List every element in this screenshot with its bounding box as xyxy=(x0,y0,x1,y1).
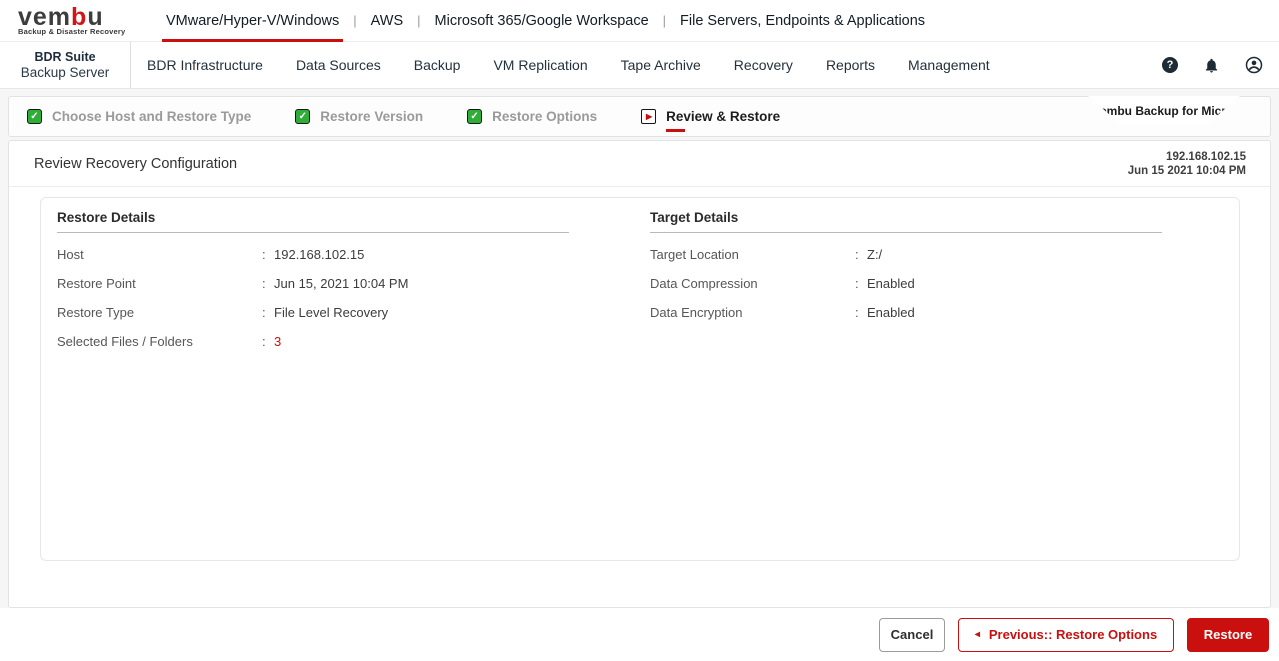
app-menu: BDR Infrastructure Data Sources Backup V… xyxy=(147,42,990,88)
cancel-button[interactable]: Cancel xyxy=(879,617,945,652)
restore-details-section: Restore Details Host : 192.168.102.15 Re… xyxy=(57,210,569,548)
detail-row-data-compression: Data Compression : Enabled xyxy=(650,276,915,291)
app-nav-bar: BDR Suite Backup Server BDR Infrastructu… xyxy=(0,42,1279,89)
suite-badge[interactable]: BDR Suite Backup Server xyxy=(0,42,131,88)
vembu-logo-tagline: Backup & Disaster Recovery xyxy=(18,27,126,36)
detail-row-host: Host : 192.168.102.15 xyxy=(57,247,365,262)
step-review-and-restore[interactable]: ▶ Review & Restore xyxy=(641,109,780,132)
restore-details-title: Restore Details xyxy=(57,210,569,233)
restore-button[interactable]: Restore xyxy=(1187,617,1269,652)
product-tab-microsoft365-google-workspace[interactable]: Microsoft 365/Google Workspace xyxy=(431,0,653,41)
meta-timestamp: Jun 15 2021 10:04 PM xyxy=(1127,164,1246,177)
panel-header: Review Recovery Configuration 192.168.10… xyxy=(9,141,1270,187)
step-completed-check-icon: ✓ xyxy=(467,109,483,124)
menu-item-reports[interactable]: Reports xyxy=(826,57,875,73)
detail-row-restore-point: Restore Point : Jun 15, 2021 10:04 PM xyxy=(57,276,409,291)
step-choose-host-and-restore-type[interactable]: ✓ Choose Host and Restore Type xyxy=(27,109,251,124)
selected-files-count: 3 xyxy=(274,334,282,349)
left-arrow-icon: ◂ xyxy=(974,628,980,640)
context-tab-vembu-backup[interactable]: Vembu Backup for Micr... xyxy=(1088,96,1240,125)
vembu-logo-word: vembu xyxy=(18,3,104,31)
menu-item-recovery[interactable]: Recovery xyxy=(734,57,793,73)
nav-separator: | xyxy=(662,13,667,28)
suite-subtitle: Backup Server xyxy=(20,65,110,80)
wizard-steps-bar: ✓ Choose Host and Restore Type ✓ Restore… xyxy=(8,96,1271,137)
notifications-bell-icon[interactable] xyxy=(1203,57,1220,74)
step-current-play-icon: ▶ xyxy=(641,109,657,124)
review-panel: Review Recovery Configuration 192.168.10… xyxy=(8,140,1271,608)
step-completed-check-icon: ✓ xyxy=(27,109,42,124)
meta-host: 192.168.102.15 xyxy=(1166,150,1246,163)
top-product-bar: vembu Backup & Disaster Recovery VMware/… xyxy=(0,0,1279,42)
step-restore-options[interactable]: ✓ Restore Options xyxy=(467,109,597,124)
detail-row-selected-files-folders: Selected Files / Folders : 3 xyxy=(57,334,282,349)
product-tab-aws[interactable]: AWS xyxy=(367,0,408,41)
target-details-section: Target Details Target Location : Z:/ Dat… xyxy=(650,210,1162,548)
previous-restore-options-button[interactable]: ◂ Previous:: Restore Options xyxy=(958,617,1174,652)
detail-row-target-location: Target Location : Z:/ xyxy=(650,247,883,262)
menu-item-data-sources[interactable]: Data Sources xyxy=(296,57,381,73)
nav-separator: | xyxy=(417,13,421,28)
menu-item-tape-archive[interactable]: Tape Archive xyxy=(621,57,701,73)
top-icons: ? xyxy=(1162,42,1279,88)
detail-row-restore-type: Restore Type : File Level Recovery xyxy=(57,305,389,320)
review-details-card: Restore Details Host : 192.168.102.15 Re… xyxy=(40,197,1240,561)
product-tab-file-servers-endpoints-applications[interactable]: File Servers, Endpoints & Applications xyxy=(676,0,929,41)
product-nav: VMware/Hyper-V/Windows | AWS | Microsoft… xyxy=(162,0,929,42)
menu-item-backup[interactable]: Backup xyxy=(414,57,461,73)
menu-item-management[interactable]: Management xyxy=(908,57,990,73)
target-details-title: Target Details xyxy=(650,210,1162,233)
step-restore-version[interactable]: ✓ Restore Version xyxy=(295,109,423,124)
page-title: Review Recovery Configuration xyxy=(34,155,238,172)
user-account-icon[interactable] xyxy=(1245,56,1263,74)
vembu-logo[interactable]: vembu Backup & Disaster Recovery xyxy=(18,0,130,41)
suite-title: BDR Suite xyxy=(34,50,96,64)
product-tab-vmware-hyperv-windows[interactable]: VMware/Hyper-V/Windows xyxy=(162,0,344,42)
help-icon[interactable]: ? xyxy=(1162,57,1178,73)
page-body: ✓ Choose Host and Restore Type ✓ Restore… xyxy=(0,89,1279,608)
nav-separator: | xyxy=(353,13,357,28)
menu-item-vm-replication[interactable]: VM Replication xyxy=(493,57,587,73)
menu-item-bdr-infrastructure[interactable]: BDR Infrastructure xyxy=(147,57,263,73)
host-timestamp-meta: 192.168.102.15 Jun 15 2021 10:04 PM xyxy=(1128,150,1246,178)
detail-row-data-encryption: Data Encryption : Enabled xyxy=(650,305,915,320)
action-footer: Cancel ◂ Previous:: Restore Options Rest… xyxy=(0,608,1279,661)
step-completed-check-icon: ✓ xyxy=(295,109,311,124)
